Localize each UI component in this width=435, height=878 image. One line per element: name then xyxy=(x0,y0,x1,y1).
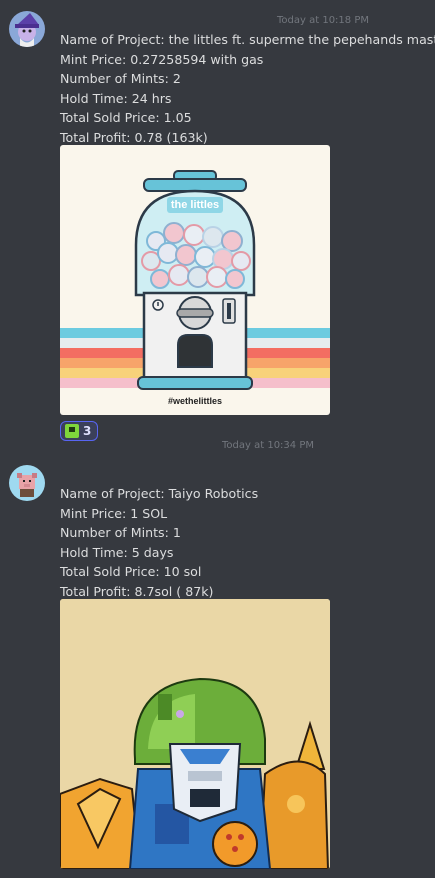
message-2: Today at 10:34 PM Name of Project: Taiyo… xyxy=(0,440,435,878)
robot-image xyxy=(60,599,330,869)
green-square-emoji-icon xyxy=(65,424,79,438)
message-line: Mint Price: 1 SOL xyxy=(60,505,168,521)
reaction-button[interactable]: 3 xyxy=(60,421,99,441)
reaction-count: 3 xyxy=(83,424,92,438)
message-line: Total Sold Price: 1.05 xyxy=(60,110,192,126)
brand-label: the littles xyxy=(170,199,220,211)
wizard-avatar-icon xyxy=(9,11,45,47)
message-line: Hold Time: 5 days xyxy=(60,544,174,560)
user-avatar-pig[interactable] xyxy=(9,465,45,501)
image-attachment-robot[interactable] xyxy=(60,599,330,869)
image-attachment-gumball-machine[interactable]: the littles #wethelittles xyxy=(60,145,330,415)
message-content: Name of Project: Taiyo Robotics Mint Pri… xyxy=(60,484,258,602)
pig-avatar-icon xyxy=(9,465,45,501)
message-line: Mint Price: 0.27258594 with gas xyxy=(60,51,264,67)
message-line: Number of Mints: 1 xyxy=(60,525,181,541)
gumball-machine-image xyxy=(60,170,330,390)
emoji-detail xyxy=(69,427,75,432)
user-avatar-wizard[interactable] xyxy=(9,11,45,47)
hashtag-label: #wethelittles xyxy=(167,396,223,406)
message-timestamp[interactable]: Today at 10:34 PM xyxy=(222,440,314,451)
message-line: Number of Mints: 2 xyxy=(60,71,181,87)
message-content: Name of Project: the littles ft. superme… xyxy=(60,30,435,148)
message-line: Hold Time: 24 hrs xyxy=(60,90,172,106)
message-1: Today at 10:18 PM Name of Project: the l… xyxy=(0,0,435,441)
message-line: Total Sold Price: 10 sol xyxy=(60,564,202,580)
message-timestamp[interactable]: Today at 10:18 PM xyxy=(277,15,369,26)
message-line: Name of Project: Taiyo Robotics xyxy=(60,486,259,501)
message-line: Name of Project: the littles ft. superme… xyxy=(60,32,435,47)
